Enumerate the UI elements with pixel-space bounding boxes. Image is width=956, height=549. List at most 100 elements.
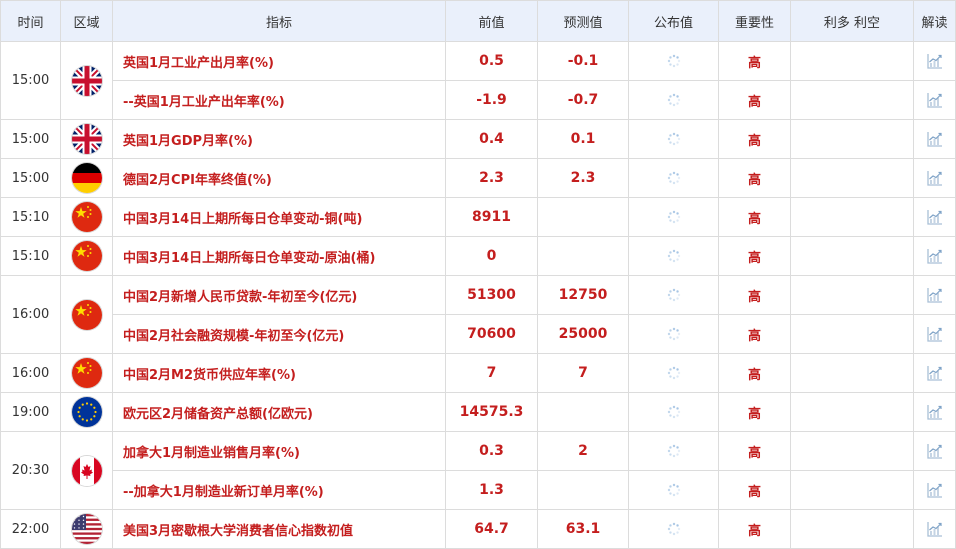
actual-value [628,80,719,120]
table-row[interactable]: 16:00 中国2月新增人民币贷款-年初至今(亿元) 51300 12750 高 [0,275,956,354]
analysis-cell[interactable] [913,509,956,549]
actual-value [628,314,719,354]
chart-analysis-icon[interactable] [926,247,944,265]
event-time: 15:00 [0,119,61,159]
gb-flag-icon [71,124,102,154]
chart-analysis-icon[interactable] [926,130,944,148]
forecast-value: 0.1 [537,119,629,159]
table-row[interactable]: 20:30 加拿大1月制造业销售月率(%) 0.3 2 高 [0,431,956,510]
region-cell [60,41,113,120]
forecast-value: -0.1 [537,41,629,81]
indicator-name[interactable]: 德国2月CPI年率终值(%) [112,158,446,198]
event-time: 15:00 [0,158,61,198]
analysis-cell[interactable] [913,470,956,510]
region-cell [60,119,113,159]
table-row[interactable]: --英国1月工业产出年率(%) -1.9 -0.7 高 [1,80,956,120]
analysis-cell[interactable] [913,197,956,237]
indicator-name[interactable]: 中国3月14日上期所每日仓单变动-铜(吨) [112,197,446,237]
indicator-name[interactable]: 中国3月14日上期所每日仓单变动-原油(桶) [112,236,446,276]
indicator-name[interactable]: 美国3月密歇根大学消费者信心指数初值 [112,509,446,549]
table-row[interactable]: 15:00 英国1月GDP月率(%) 0.4 0.1 高 [0,119,956,159]
chart-analysis-icon[interactable] [926,208,944,226]
indicator-name[interactable]: 中国2月新增人民币贷款-年初至今(亿元) [112,275,446,315]
header-row: 时间 区域 指标 前值 预测值 公布值 重要性 利多 利空 解读 [0,0,956,42]
analysis-cell[interactable] [913,314,956,354]
importance-badge: 高 [718,275,791,315]
loading-spinner-icon [667,171,681,185]
chart-analysis-icon[interactable] [926,52,944,70]
forecast-value: 63.1 [537,509,629,549]
actual-value [628,431,719,471]
col-header-importance: 重要性 [718,0,791,42]
table-row[interactable]: 15:00 英国1月工业产出月率(%) 0.5 -0.1 高 [0,41,956,120]
actual-value [628,275,719,315]
event-time: 15:10 [0,197,61,237]
chart-analysis-icon[interactable] [926,481,944,499]
importance-badge: 高 [718,353,791,393]
actual-value [628,236,719,276]
chart-analysis-icon[interactable] [926,169,944,187]
importance-badge: 高 [718,470,791,510]
chart-analysis-icon[interactable] [926,520,944,538]
indicator-name[interactable]: 英国1月工业产出月率(%) [112,41,446,81]
chart-analysis-icon[interactable] [926,364,944,382]
actual-value [628,353,719,393]
forecast-value: 25000 [537,314,629,354]
analysis-cell[interactable] [913,275,956,315]
table-row[interactable]: 19:00 欧元区2月储备资产总额(亿欧元) 14575.3 高 [0,392,956,432]
impact-cell [790,80,914,120]
analysis-cell[interactable] [913,119,956,159]
cn-flag-icon [71,241,102,271]
col-header-analysis: 解读 [913,0,956,42]
cn-flag-icon [71,202,102,232]
indicator-name[interactable]: --加拿大1月制造业新订单月率(%) [112,470,446,510]
indicator-name[interactable]: 欧元区2月储备资产总额(亿欧元) [112,392,446,432]
forecast-value [537,470,629,510]
table-row[interactable]: 22:00 美国3月密歇根大学消费者信心指数初值 64.7 63.1 高 [0,509,956,549]
impact-cell [790,41,914,81]
chart-analysis-icon[interactable] [926,91,944,109]
analysis-cell[interactable] [913,353,956,393]
indicator-name[interactable]: 中国2月社会融资规模-年初至今(亿元) [112,314,446,354]
previous-value: 70600 [445,314,538,354]
table-row[interactable]: 15:10 中国3月14日上期所每日仓单变动-铜(吨) 8911 高 [0,197,956,237]
indicator-name[interactable]: 中国2月M2货币供应年率(%) [112,353,446,393]
event-time: 16:00 [0,275,61,354]
analysis-cell[interactable] [913,158,956,198]
chart-analysis-icon[interactable] [926,325,944,343]
region-cell [60,431,113,510]
analysis-cell[interactable] [913,41,956,81]
indicator-name[interactable]: --英国1月工业产出年率(%) [112,80,446,120]
economic-calendar-table: 时间 区域 指标 前值 预测值 公布值 重要性 利多 利空 解读 15:00 英国… [0,0,956,549]
table-row[interactable]: --加拿大1月制造业新订单月率(%) 1.3 高 [1,470,956,510]
loading-spinner-icon [667,366,681,380]
region-cell [60,275,113,354]
importance-badge: 高 [718,158,791,198]
impact-cell [790,470,914,510]
chart-analysis-icon[interactable] [926,286,944,304]
table-row[interactable]: 16:00 中国2月M2货币供应年率(%) 7 7 高 [0,353,956,393]
analysis-cell[interactable] [913,431,956,471]
analysis-cell[interactable] [913,80,956,120]
forecast-value: 2.3 [537,158,629,198]
loading-spinner-icon [667,249,681,263]
forecast-value: -0.7 [537,80,629,120]
table-row[interactable]: 中国2月社会融资规模-年初至今(亿元) 70600 25000 高 [1,314,956,354]
analysis-cell[interactable] [913,392,956,432]
indicator-name[interactable]: 英国1月GDP月率(%) [112,119,446,159]
table-row[interactable]: 15:00 德国2月CPI年率终值(%) 2.3 2.3 高 [0,158,956,198]
event-time: 20:30 [0,431,61,510]
chart-analysis-icon[interactable] [926,403,944,421]
actual-value [628,392,719,432]
indicator-name[interactable]: 加拿大1月制造业销售月率(%) [112,431,446,471]
actual-value [628,470,719,510]
analysis-cell[interactable] [913,236,956,276]
us-flag-icon [71,514,102,544]
previous-value: 7 [445,353,538,393]
loading-spinner-icon [667,93,681,107]
chart-analysis-icon[interactable] [926,442,944,460]
actual-value [628,119,719,159]
forecast-value: 12750 [537,275,629,315]
col-header-forecast: 预测值 [537,0,629,42]
table-row[interactable]: 15:10 中国3月14日上期所每日仓单变动-原油(桶) 0 高 [0,236,956,276]
